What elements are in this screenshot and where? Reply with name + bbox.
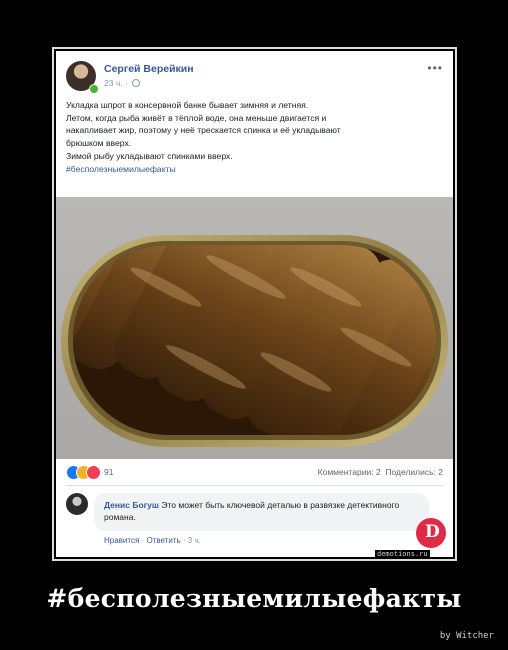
reactions-bar: 91 Комментарии: 2 Поделились: 2 (66, 465, 443, 481)
watermark: demotions.ru (375, 550, 430, 558)
stamp-letter: D (425, 522, 440, 542)
poster-caption: #бесполезныемилыефакты (46, 584, 462, 613)
comment-bubble: Денис Богуш Это может быть ключевой дета… (94, 493, 429, 531)
comment-time[interactable]: 3 ч. (188, 536, 201, 545)
demotions-stamp-logo: D (416, 518, 446, 548)
post-meta: 23 ч. · (104, 78, 141, 88)
ellipsis-icon[interactable]: ••• (427, 61, 443, 75)
sprats-can-image (56, 197, 453, 459)
post-header: Сергей Верейкин 23 ч. · ••• (66, 59, 443, 95)
post-author-name[interactable]: Сергей Верейкин (104, 63, 194, 75)
divider (66, 485, 443, 486)
post-text-line: Зимой рыбу укладывают спинками вверх. (66, 150, 233, 161)
post-text-line: брюшком вверх. (66, 138, 132, 149)
comments-count[interactable]: Комментарии: 2 (318, 467, 381, 477)
online-status-dot (89, 84, 99, 94)
facebook-post-card: Сергей Верейкин 23 ч. · ••• Укладка шпро… (56, 51, 453, 557)
post-text-line: Укладка шпрот в консервной банке бывает … (66, 100, 309, 110)
post-text-line: накапливает жир, поэтому у неё трескаетс… (66, 125, 341, 136)
comment-text: Денис Богуш Это может быть ключевой дета… (104, 499, 424, 523)
love-reaction-icon[interactable] (86, 465, 101, 480)
post-time[interactable]: 23 ч. (104, 78, 123, 88)
comment-author[interactable]: Денис Богуш (104, 500, 159, 510)
reaction-count[interactable]: 91 (104, 467, 113, 477)
commenter-avatar[interactable] (66, 493, 88, 515)
shares-count[interactable]: Поделились: 2 (385, 467, 443, 477)
comment-reply-link[interactable]: Ответить (146, 536, 180, 545)
post-text-line: Летом, когда рыба живёт в тёплой воде, о… (66, 112, 327, 123)
post-stats: Комментарии: 2 Поделились: 2 (318, 467, 443, 477)
post-hashtag[interactable]: #бесполезныемилыефакты (66, 163, 444, 176)
comment-like-link[interactable]: Нравится (104, 536, 139, 545)
poster-credit: by Witcher (439, 631, 494, 641)
comment-actions: Нравится · Ответить · 3 ч. (104, 536, 201, 545)
globe-icon (132, 79, 141, 87)
post-photo[interactable] (56, 197, 453, 459)
post-text: Укладка шпрот в консервной банке бывает … (66, 99, 444, 175)
